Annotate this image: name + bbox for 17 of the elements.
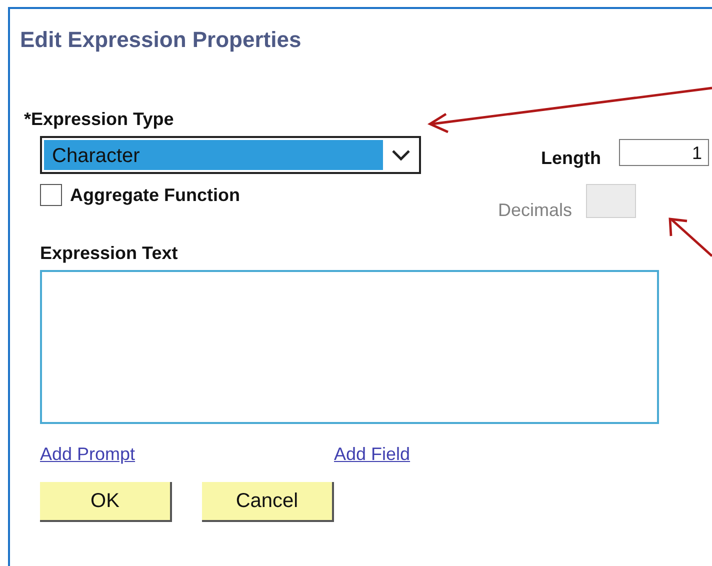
- checkbox[interactable]: [40, 184, 62, 206]
- expression-text-area[interactable]: [40, 270, 659, 424]
- decimals-input-field[interactable]: [586, 184, 636, 218]
- field-label: Expression Text: [40, 242, 178, 264]
- chevron-down-icon: [391, 149, 411, 161]
- annotation-arrow: [668, 218, 712, 257]
- field-label: Length: [541, 148, 601, 168]
- link[interactable]: Add Prompt: [40, 444, 334, 465]
- dialog-button[interactable]: Cancel: [202, 482, 334, 522]
- length-input-field[interactable]: 1: [619, 138, 709, 166]
- dialog-title: Edit Expression Properties: [20, 26, 302, 54]
- field-label: Decimals: [498, 200, 572, 221]
- checkbox-label: Aggregate Function: [70, 184, 240, 206]
- field-label: *Expression Type: [24, 108, 175, 130]
- dialog-button[interactable]: OK: [40, 482, 172, 522]
- link[interactable]: Add Field: [334, 444, 410, 465]
- expression-type-dropdown[interactable]: Character: [40, 136, 421, 174]
